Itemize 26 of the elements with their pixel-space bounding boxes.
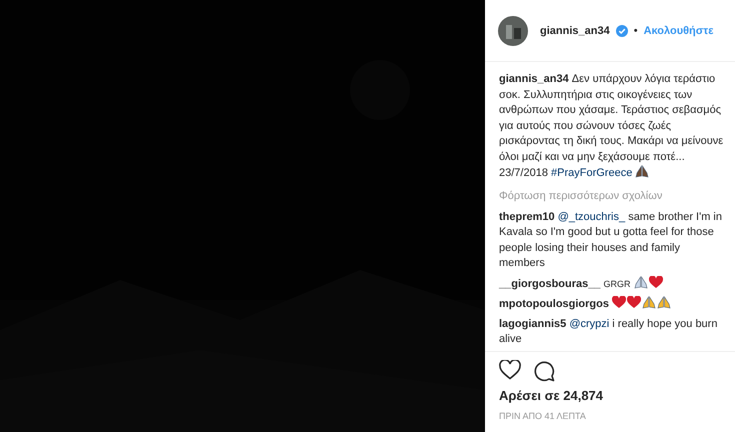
heart-icon [612,296,626,309]
like-icon[interactable] [499,360,521,380]
mention-link[interactable]: @crypzi [569,318,610,330]
praying-hands-icon [657,296,672,309]
likes-count[interactable]: Αρέσει σε 24,874 [485,386,735,405]
praying-hands-icon [642,296,656,309]
username-link[interactable]: mpotopoulosgiorgos [499,298,609,310]
hashtag-link[interactable]: #PrayForGreece [551,167,632,179]
username-link[interactable]: giannis_an34 [499,73,569,85]
heart-icon [648,276,663,288]
praying-hands-icon [634,276,648,288]
username-link[interactable]: lagogiannis5 [499,318,566,330]
mention-link[interactable]: @_tzouchris_ [558,210,626,222]
post-time: ΠΡΙΝ ΑΠΟ 41 ΛΕΠΤΑ [498,410,587,423]
username-link[interactable]: giannis_an34 [540,24,610,36]
comment-text: theprem10 @_tzouchris_ same brother I'm in Kavala so I'm good but u gotta feel for those people losing their houses and family members [499,210,723,271]
comment-text: lagogiannis5 @crypzi i really hope you burn alive [499,316,718,347]
username-link[interactable]: theprem10 [499,210,555,222]
caption-text: giannis_an34 Δεν υπάρχουν λόγια τεράστιο σοκ. Συλλυπητήρια στις οικογένειες των ανθρώπων που χάσαμε. Τεράστιος σεβασμός για αυτούς που σώνουν τόσες ζωές ρισκάροντας τη δική τους. Μακάρι να μείνουνε όλοι μαζί και να μην ξεχάσουμε ποτέ... 23/7/2018 #PrayForGreece [499,72,724,181]
avatar [498,16,528,46]
heart-icon [627,296,642,309]
praying-hands-icon [635,165,650,178]
username-link[interactable]: __giorgosbouras__ [499,278,600,290]
separator-dot: • [634,24,638,36]
comment-icon[interactable] [533,360,555,382]
comment-text: __giorgosbouras__ GRGR [499,276,727,292]
